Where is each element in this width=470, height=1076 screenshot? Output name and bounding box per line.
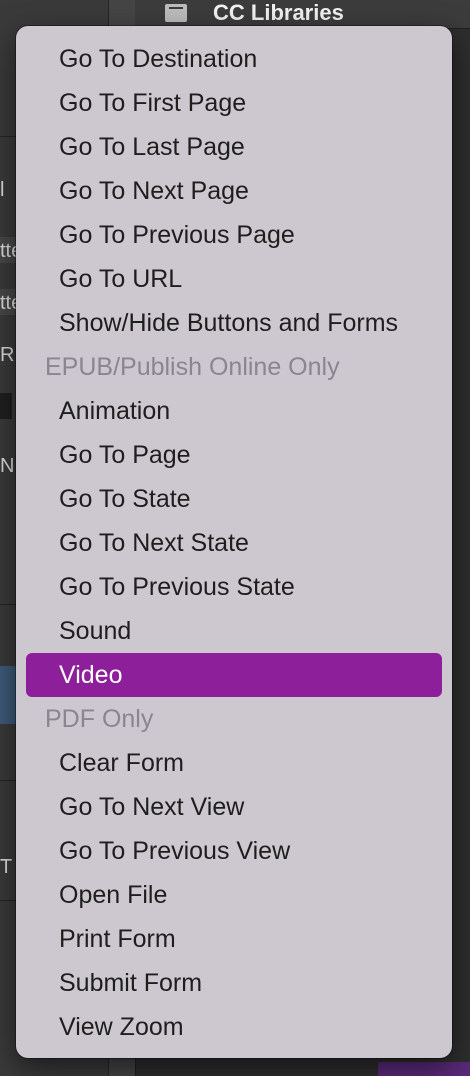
menu-item-show-hide-buttons-and-forms[interactable]: Show/Hide Buttons and Forms [26, 301, 442, 345]
menu-item-go-to-url[interactable]: Go To URL [26, 257, 442, 301]
field-strip [0, 393, 12, 419]
cc-libraries-header[interactable]: CC Libraries [135, 0, 470, 29]
action-context-menu: Go To Destination Go To First Page Go To L… [16, 26, 452, 1058]
menu-item-go-to-next-state[interactable]: Go To Next State [26, 521, 442, 565]
menu-item-go-to-next-view[interactable]: Go To Next View [26, 785, 442, 829]
menu-item-sound[interactable]: Sound [26, 609, 442, 653]
menu-item-go-to-previous-state[interactable]: Go To Previous State [26, 565, 442, 609]
menu-item-animation[interactable]: Animation [26, 389, 442, 433]
bottom-accent [378, 1062, 470, 1076]
menu-item-go-to-last-page[interactable]: Go To Last Page [26, 125, 442, 169]
menu-item-go-to-state[interactable]: Go To State [26, 477, 442, 521]
cc-libraries-title: CC Libraries [213, 0, 344, 25]
menu-section-header: PDF Only [45, 705, 154, 733]
menu-item-video[interactable]: Video [26, 653, 442, 697]
bg-text-fragment: T [0, 856, 13, 878]
menu-item-go-to-destination[interactable]: Go To Destination [26, 37, 442, 81]
menu-item-go-to-next-page[interactable]: Go To Next Page [26, 169, 442, 213]
menu-item-go-to-first-page[interactable]: Go To First Page [26, 81, 442, 125]
menu-item-open-file[interactable]: Open File [26, 873, 442, 917]
menu-item-view-zoom[interactable]: View Zoom [26, 1005, 442, 1049]
menu-item-submit-form[interactable]: Submit Form [26, 961, 442, 1005]
menu-section-header: EPUB/Publish Online Only [45, 353, 340, 381]
menu-item-go-to-page[interactable]: Go To Page [26, 433, 442, 477]
menu-item-print-form[interactable]: Print Form [26, 917, 442, 961]
libraries-icon [165, 4, 187, 22]
screen: CC Libraries l tte tte R N T Go To Desti… [0, 0, 470, 1076]
menu-item-go-to-previous-view[interactable]: Go To Previous View [26, 829, 442, 873]
bg-text-fragment: N [0, 455, 15, 477]
bg-text-fragment: R [0, 344, 15, 366]
menu-item-clear-form[interactable]: Clear Form [26, 741, 442, 785]
selected-list-marker [0, 666, 16, 724]
bg-text-fragment: l [0, 179, 5, 201]
menu-item-go-to-previous-page[interactable]: Go To Previous Page [26, 213, 442, 257]
